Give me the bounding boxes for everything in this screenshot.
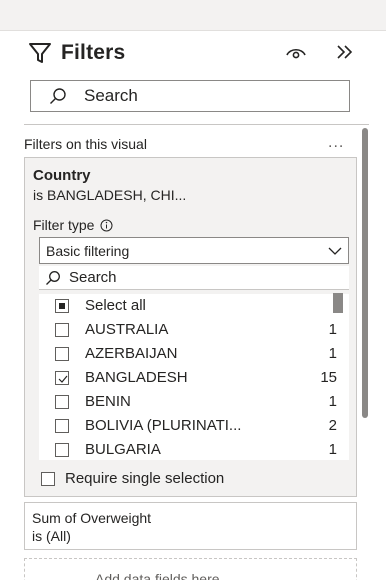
item-checkbox[interactable] <box>55 443 69 457</box>
list-search-input[interactable]: Search <box>39 266 349 290</box>
select-all-checkbox[interactable] <box>55 299 69 313</box>
filter-funnel-icon <box>29 43 51 63</box>
add-data-fields-well[interactable]: Add data fields here <box>24 558 357 580</box>
filter-card-summary: is BANGLADESH, CHI... <box>33 187 187 203</box>
overweight-filter-card[interactable]: Sum of Overweight is (All) <box>24 502 357 550</box>
filter-card-title: Country <box>33 167 91 184</box>
item-count: 1 <box>328 321 337 338</box>
list-item[interactable]: AZERBAIJAN 1 <box>39 342 349 366</box>
require-single-selection[interactable]: Require single selection <box>41 470 224 487</box>
divider <box>24 124 369 125</box>
more-options-icon[interactable]: ... <box>328 134 344 152</box>
top-bar <box>0 0 386 31</box>
country-filter-card[interactable]: Country is BANGLADESH, CHI... Filter typ… <box>24 157 357 497</box>
info-icon[interactable] <box>100 219 113 232</box>
filter-card-summary: is (All) <box>32 528 71 544</box>
filter-card-title: Sum of Overweight <box>32 510 152 526</box>
item-count: 1 <box>328 393 337 410</box>
require-single-label: Require single selection <box>65 470 225 487</box>
search-icon <box>46 270 60 285</box>
add-fields-label: Add data fields here <box>95 571 220 580</box>
list-item[interactable]: BULGARIA 1 <box>39 438 349 460</box>
item-count: 15 <box>320 369 337 386</box>
country-list: Select all AUSTRALIA 1 AZERBAIJAN 1 BANG… <box>39 294 349 460</box>
list-item[interactable]: BOLIVIA (PLURINATI... 2 <box>39 414 349 438</box>
item-name: BANGLADESH <box>85 369 188 386</box>
filters-search-input[interactable]: Search <box>30 80 350 112</box>
item-name: AUSTRALIA <box>85 321 169 338</box>
visibility-eye-icon[interactable] <box>284 41 308 65</box>
list-item[interactable]: BANGLADESH 15 <box>39 366 349 390</box>
checkmark-icon <box>58 375 68 383</box>
pane-scrollbar[interactable] <box>362 128 368 418</box>
item-count: 1 <box>328 441 337 458</box>
list-search-placeholder: Search <box>69 269 117 286</box>
search-icon <box>50 88 66 104</box>
filter-type-dropdown[interactable]: Basic filtering <box>39 237 349 264</box>
item-name: BENIN <box>85 393 131 410</box>
filter-type-value: Basic filtering <box>46 242 130 259</box>
list-scrollbar-thumb[interactable] <box>333 293 343 313</box>
section-label: Filters on this visual <box>24 136 147 152</box>
search-placeholder: Search <box>84 86 138 105</box>
collapse-pane-icon[interactable] <box>332 39 358 65</box>
item-count: 1 <box>328 345 337 362</box>
item-name: AZERBAIJAN <box>85 345 178 362</box>
chevron-down-icon <box>328 247 342 255</box>
item-checkbox[interactable] <box>55 395 69 409</box>
item-checkbox[interactable] <box>55 323 69 337</box>
require-single-checkbox[interactable] <box>41 471 55 486</box>
pane-title: Filters <box>61 41 126 64</box>
item-checkbox-checked[interactable] <box>55 371 69 385</box>
select-all-row[interactable]: Select all <box>39 294 349 318</box>
filter-type-label: Filter type <box>33 217 113 233</box>
item-checkbox[interactable] <box>55 347 69 361</box>
list-item[interactable]: BENIN 1 <box>39 390 349 414</box>
select-all-label: Select all <box>85 297 146 314</box>
item-count: 2 <box>328 417 337 434</box>
list-item[interactable]: AUSTRALIA 1 <box>39 318 349 342</box>
item-checkbox[interactable] <box>55 419 69 433</box>
filter-type-text: Filter type <box>33 217 95 233</box>
filters-pane-header: Filters <box>27 36 367 70</box>
item-name: BOLIVIA (PLURINATI... <box>85 417 242 434</box>
item-name: BULGARIA <box>85 441 161 458</box>
